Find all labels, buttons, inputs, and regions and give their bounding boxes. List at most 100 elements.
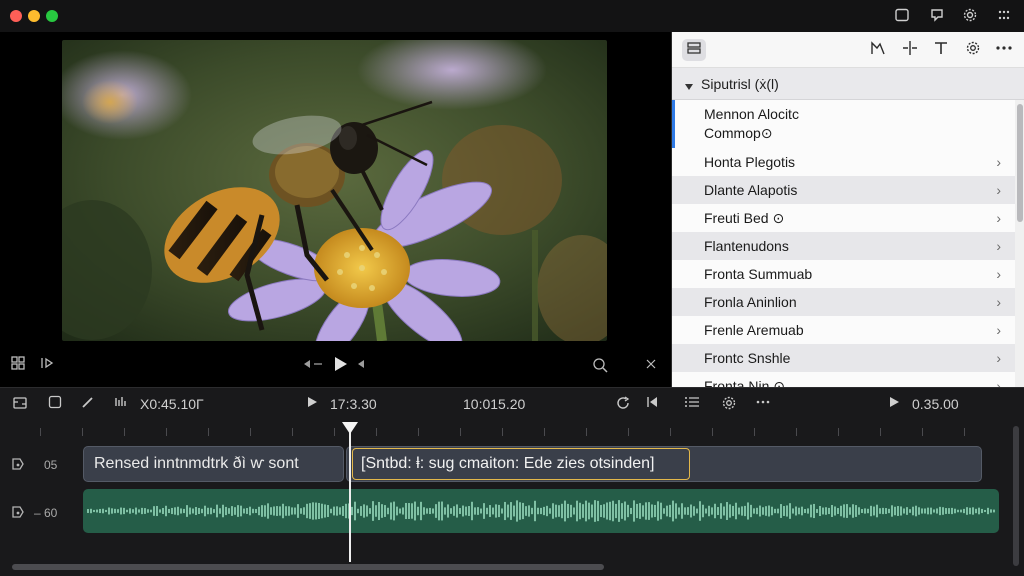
waveform-bar — [867, 508, 869, 514]
grid-icon[interactable] — [995, 7, 1013, 25]
waveform-bar — [126, 509, 128, 513]
list-item[interactable]: Fronta Nin ⊙ › — [672, 372, 1015, 387]
selected-clip-text: [Sntbd: ⱡ: sug cmaiton: Ede zies otsinde… — [361, 455, 655, 472]
track-lock-icon[interactable] — [10, 504, 26, 525]
list-icon[interactable] — [683, 395, 701, 413]
title-clip-selected[interactable]: [Sntbd: ⱡ: sug cmaiton: Ede zies otsinde… — [352, 448, 690, 480]
waveform-bar — [630, 507, 632, 515]
play-icon[interactable] — [885, 395, 903, 413]
waveform-bar — [180, 508, 182, 514]
titles-icon[interactable] — [684, 40, 704, 60]
collapse-icon[interactable] — [645, 358, 657, 373]
waveform-bar — [870, 505, 872, 517]
play-icon[interactable] — [333, 355, 349, 376]
waveform-bar — [573, 507, 575, 515]
waveform-bar — [135, 507, 137, 515]
waveform-bar — [171, 507, 173, 515]
waveform-bar — [234, 507, 236, 515]
share-icon[interactable] — [928, 7, 946, 25]
waveform-bar — [939, 506, 941, 516]
waveform-bar — [960, 509, 962, 513]
more-icon[interactable] — [994, 40, 1014, 60]
list-item[interactable]: Dlante Alapotis › — [672, 176, 1015, 204]
pen-tool-icon[interactable] — [79, 395, 97, 413]
list-item[interactable]: Freuti Bed ⊙ › — [672, 204, 1015, 232]
waveform-bar — [678, 507, 680, 515]
playhead-handle[interactable] — [342, 422, 358, 434]
waveform-bar — [705, 508, 707, 514]
split-icon[interactable] — [900, 40, 920, 60]
audio-meter-icon[interactable] — [111, 395, 129, 413]
skip-start-icon[interactable] — [643, 395, 661, 413]
select-tool-icon[interactable] — [46, 395, 64, 413]
sidebar-icon[interactable] — [893, 7, 911, 25]
timeline-vertical-scrollbar[interactable] — [1013, 426, 1019, 566]
waveform-bar — [909, 509, 911, 513]
waveform-bar — [897, 506, 899, 516]
layout-icon[interactable] — [11, 356, 25, 373]
waveform-bar — [153, 506, 155, 516]
waveform-bar — [951, 507, 953, 515]
waveform-bar — [750, 504, 752, 518]
list-item[interactable]: Frenle Aremuab › — [672, 316, 1015, 344]
track-lock-icon[interactable] — [10, 456, 26, 477]
list-item[interactable]: Frontc Snshle › — [672, 344, 1015, 372]
waveform-bar — [582, 504, 584, 518]
waveform-bar — [516, 500, 518, 522]
waveform-bar — [753, 508, 755, 514]
disclosure-triangle-icon[interactable] — [684, 79, 694, 95]
loop-icon[interactable] — [614, 395, 632, 413]
close-window-button[interactable] — [10, 10, 22, 22]
waveform-bar — [813, 503, 815, 519]
waveform-bar — [462, 505, 464, 517]
maximize-window-button[interactable] — [46, 10, 58, 22]
waveform-bar — [567, 503, 569, 519]
waveform-bar — [657, 501, 659, 521]
list-item[interactable]: Honta Plegotis › — [672, 148, 1015, 176]
skip-end-icon[interactable] — [40, 356, 56, 373]
timeline-ruler[interactable] — [0, 424, 1024, 438]
timeline-toolbar: X0:45.10Γ 17:3.30 10:015.20 0.35.00 — [0, 388, 1024, 420]
gear-icon[interactable] — [720, 395, 738, 413]
waveform-bar — [159, 509, 161, 513]
waveform-bar — [963, 508, 965, 514]
ruler-tick — [124, 428, 125, 436]
waveform-bar — [819, 505, 821, 517]
list-item[interactable]: Flantenudons › — [672, 232, 1015, 260]
minimize-window-button[interactable] — [28, 10, 40, 22]
video-frame-bee-on-flower[interactable] — [62, 40, 607, 341]
waveform-bar — [501, 508, 503, 514]
settings-icon[interactable] — [963, 40, 983, 60]
waveform-bar — [219, 508, 221, 514]
more-icon[interactable] — [754, 395, 772, 413]
zoom-icon[interactable] — [592, 357, 608, 376]
list-item[interactable]: Fronta Summuab › — [672, 260, 1015, 288]
waveform-bar — [291, 507, 293, 515]
title-clip[interactable]: Rensed inntnmdtrk ðì ⱳ sont — [83, 446, 344, 482]
track-volume: – 60 — [34, 506, 58, 520]
gear-icon[interactable] — [961, 7, 979, 25]
waveform-bar — [186, 505, 188, 517]
step-back-icon[interactable] — [302, 357, 324, 374]
inspector-scrollbar[interactable] — [1015, 100, 1024, 387]
waveform-bar — [345, 503, 347, 519]
playhead-line[interactable] — [349, 428, 351, 562]
inspector-scroll-thumb[interactable] — [1017, 104, 1023, 222]
list-item-selected[interactable]: Mennon Alocitc Commop⊙ — [672, 100, 1015, 148]
waveform-bar — [831, 505, 833, 517]
waveform-bar — [372, 501, 374, 521]
text-icon[interactable] — [931, 40, 951, 60]
inspector-section-header[interactable]: Siputrisl (ẋ(l) — [672, 68, 1024, 100]
waveform-bar — [207, 507, 209, 515]
list-item[interactable]: Fronla Aninlion › — [672, 288, 1015, 316]
waveform-bar — [615, 503, 617, 519]
timeline-horizontal-scrollbar[interactable] — [12, 564, 604, 570]
chevron-right-icon: › — [996, 322, 1001, 338]
step-forward-icon[interactable] — [354, 357, 368, 374]
waveform-bar — [315, 502, 317, 520]
play-icon[interactable] — [303, 395, 321, 413]
clip-appearance-icon[interactable] — [11, 395, 29, 413]
audio-clip[interactable] — [83, 489, 999, 533]
adjust-icon[interactable] — [868, 40, 888, 60]
waveform-bar — [696, 508, 698, 514]
